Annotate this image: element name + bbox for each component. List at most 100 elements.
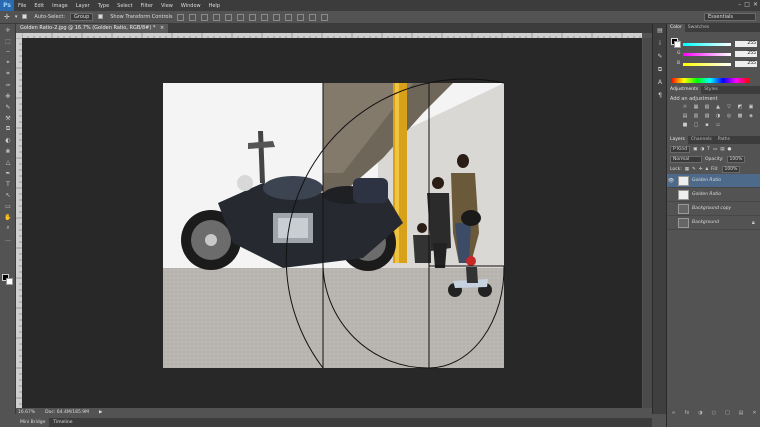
distribute-top-icon[interactable] (249, 13, 257, 21)
filter-shape-icon[interactable]: ▭ (713, 147, 717, 152)
levels-icon[interactable]: ▦ (692, 104, 700, 111)
filter-toggle-icon[interactable]: ● (728, 147, 732, 152)
distribute-right-icon[interactable] (309, 13, 317, 21)
lock-paint-icon[interactable]: ✎ (692, 167, 696, 172)
zoom-level[interactable]: 16.67% (18, 410, 35, 415)
menu-window[interactable]: Window (177, 3, 205, 9)
distribute-left-icon[interactable] (285, 13, 293, 21)
auto-select-checkbox[interactable] (22, 13, 29, 21)
filter-type-icon[interactable]: T (707, 147, 710, 152)
more-tools-icon[interactable]: … (2, 234, 14, 244)
tab-mini-bridge[interactable]: Mini Bridge (16, 418, 50, 427)
3d-mode-icon[interactable] (321, 13, 329, 21)
eye-icon[interactable]: 👁︎ (667, 178, 675, 184)
quick-select-tool-icon[interactable]: ⌖ (2, 58, 14, 68)
eyedropper-tool-icon[interactable]: ✑ (2, 80, 14, 90)
hdr-toning-icon[interactable]: ▫ (714, 122, 722, 129)
background-color-swatch[interactable] (6, 278, 13, 285)
history-brush-tool-icon[interactable]: ⧉ (2, 124, 14, 134)
filter-smart-icon[interactable]: ▤ (720, 147, 724, 152)
channel-mixer-icon[interactable]: ▨ (703, 113, 711, 120)
layer-filter-kind-dropdown[interactable]: P Kind (670, 145, 691, 153)
hand-tool-icon[interactable]: ✋ (2, 212, 14, 222)
color-spectrum-bar[interactable] (671, 78, 749, 83)
layer-row[interactable]: Background 🔒︎ (667, 216, 760, 230)
align-vcenter-icon[interactable] (189, 13, 197, 21)
photo-filter-icon[interactable]: ▥ (692, 113, 700, 120)
align-bottom-icon[interactable] (201, 13, 209, 21)
blue-value-field[interactable]: 255 (735, 61, 757, 67)
menu-type[interactable]: Type (94, 3, 113, 9)
lock-all-icon[interactable]: 🔒︎ (706, 166, 708, 172)
workspace-dropdown[interactable]: Essentials (704, 13, 756, 21)
brush-tool-icon[interactable]: ✎ (2, 102, 14, 112)
canvas-area[interactable] (22, 38, 642, 408)
green-slider[interactable]: G 255 (677, 51, 757, 57)
history-panel-icon[interactable]: ▤ (655, 27, 665, 37)
clone-source-panel-icon[interactable]: ⧉ (655, 66, 665, 76)
document-tab[interactable]: Golden Ratio-2.jpg @ 16.7% (Golden Ratio… (16, 24, 169, 33)
eraser-tool-icon[interactable]: ◐ (2, 135, 14, 145)
threshold-icon[interactable]: ◈ (747, 113, 755, 120)
black-white-icon[interactable]: ▤ (681, 113, 689, 120)
align-left-icon[interactable] (213, 13, 221, 21)
distribute-vcenter-icon[interactable] (261, 13, 269, 21)
brightness-contrast-icon[interactable]: ☼ (681, 104, 689, 111)
clone-stamp-tool-icon[interactable]: ⚒ (2, 113, 14, 123)
close-button[interactable]: ✕ (753, 1, 758, 8)
maximize-button[interactable]: □ (744, 1, 750, 8)
layer-style-icon[interactable]: fx (685, 410, 690, 416)
add-mask-icon[interactable]: ◑ (698, 410, 702, 416)
blue-slider[interactable]: B 255 (677, 61, 757, 67)
tab-color[interactable]: Color (667, 24, 685, 32)
menu-help[interactable]: Help (205, 3, 224, 9)
shadows-icon[interactable]: ▪ (703, 122, 711, 129)
fill-field[interactable]: 100% (721, 165, 741, 173)
blend-mode-dropdown[interactable]: Normal (670, 155, 702, 163)
tab-channels[interactable]: Channels (688, 136, 715, 144)
menu-edit[interactable]: Edit (30, 3, 48, 9)
type-tool-icon[interactable]: T (2, 179, 14, 189)
new-adjustment-icon[interactable]: ○ (712, 410, 716, 416)
blur-tool-icon[interactable]: △ (2, 157, 14, 167)
filter-pixel-icon[interactable]: ▣ (693, 147, 697, 152)
tool-preset-dropdown-icon[interactable]: ▾ (15, 14, 18, 20)
vibrance-icon[interactable]: ▽ (725, 104, 733, 111)
properties-panel-icon[interactable]: i (655, 40, 665, 50)
layer-row[interactable]: Golden Ratio (667, 188, 760, 202)
layer-name[interactable]: Background (692, 220, 752, 225)
lock-transparent-icon[interactable]: ▦ (685, 167, 689, 172)
character-panel-icon[interactable]: A (655, 79, 665, 89)
tab-adjustments[interactable]: Adjustments (667, 86, 702, 94)
menu-select[interactable]: Select (113, 3, 136, 9)
green-value-field[interactable]: 255 (735, 51, 757, 57)
exposure-icon[interactable]: ▲ (714, 104, 722, 111)
tab-layers[interactable]: Layers (667, 136, 688, 144)
status-menu-arrow-icon[interactable]: ▶ (99, 410, 102, 415)
move-tool-icon[interactable]: ✛ (4, 13, 10, 21)
rectangle-tool-icon[interactable]: ▭ (2, 201, 14, 211)
crop-tool-icon[interactable]: ⌗ (2, 69, 14, 79)
menu-filter[interactable]: Filter (137, 3, 157, 9)
pen-tool-icon[interactable]: ✒ (2, 168, 14, 178)
menu-view[interactable]: View (157, 3, 177, 9)
posterize-icon[interactable]: ▩ (736, 113, 744, 120)
document-canvas[interactable] (22, 38, 642, 408)
gradient-tool-icon[interactable]: ❀ (2, 146, 14, 156)
align-right-icon[interactable] (237, 13, 245, 21)
close-tab-icon[interactable]: × (160, 25, 164, 31)
tab-swatches[interactable]: Swatches (685, 24, 713, 32)
zoom-tool-icon[interactable]: ⌕ (2, 223, 14, 233)
brush-panel-icon[interactable]: ✎ (655, 53, 665, 63)
healing-brush-tool-icon[interactable]: ✙ (2, 91, 14, 101)
new-layer-icon[interactable]: ▤ (739, 410, 744, 416)
tab-paths[interactable]: Paths (715, 136, 733, 144)
tab-styles[interactable]: Styles (701, 86, 721, 94)
move-tool-icon[interactable]: ✛ (2, 25, 14, 35)
red-value-field[interactable]: 255 (735, 41, 757, 47)
align-hcenter-icon[interactable] (225, 13, 233, 21)
color-balance-icon[interactable]: ▣ (747, 104, 755, 111)
lasso-tool-icon[interactable]: ⌢ (2, 47, 14, 57)
hue-saturation-icon[interactable]: ◩ (736, 104, 744, 111)
layer-row[interactable]: Background copy (667, 202, 760, 216)
